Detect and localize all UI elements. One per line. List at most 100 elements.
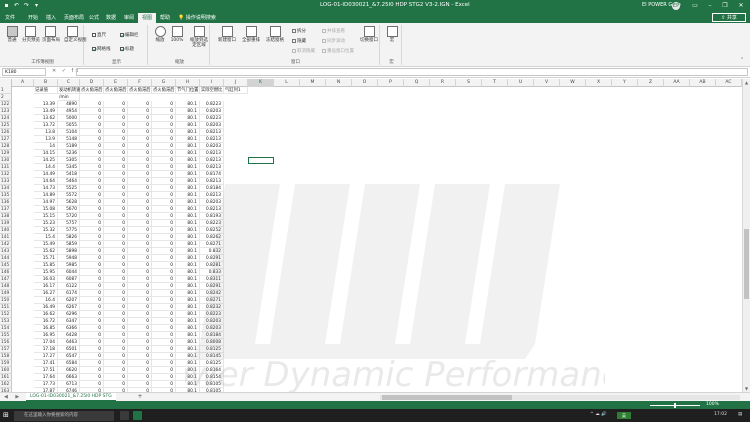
table-cell[interactable]: 0.8184	[200, 185, 224, 192]
table-cell[interactable]: 0	[128, 122, 152, 129]
table-cell[interactable]: 0.832	[200, 248, 224, 255]
column-header[interactable]: I	[200, 79, 224, 87]
tab-review[interactable]: 审阅	[124, 14, 134, 21]
table-cell[interactable]: 80.1	[176, 206, 200, 213]
table-cell[interactable]: 0	[128, 262, 152, 269]
table-cell[interactable]: 0.8223	[200, 115, 224, 122]
row-header[interactable]: 149	[0, 290, 12, 297]
table-cell[interactable]: 0	[104, 122, 128, 129]
table-cell[interactable]: 80.1	[176, 255, 200, 262]
table-cell[interactable]: 0.8213	[200, 192, 224, 199]
table-cell[interactable]: 17.73	[34, 381, 58, 388]
table-cell[interactable]: 14	[34, 143, 58, 150]
column-header[interactable]: L	[274, 79, 300, 87]
table-cell[interactable]: 0.8154	[200, 374, 224, 381]
table-cell[interactable]: 0	[128, 129, 152, 136]
table-cell[interactable]: 0	[152, 143, 176, 150]
table-cell[interactable]: 13.62	[34, 115, 58, 122]
table-cell[interactable]: 0.8164	[200, 367, 224, 374]
table-cell[interactable]: 0	[128, 185, 152, 192]
table-cell[interactable]: 80.1	[176, 311, 200, 318]
table-cell[interactable]: 0	[152, 206, 176, 213]
row-header[interactable]: 150	[0, 297, 12, 304]
excel-taskbar-icon[interactable]	[133, 411, 142, 420]
table-cell[interactable]: 0.8223	[200, 101, 224, 108]
table-cell[interactable]: 16.72	[34, 318, 58, 325]
table-cell[interactable]: 0	[80, 346, 104, 353]
table-cell[interactable]: 16.17	[34, 283, 58, 290]
zoom-button[interactable]: 缩放	[152, 26, 168, 43]
table-cell[interactable]: 0	[80, 290, 104, 297]
row-header[interactable]: 147	[0, 276, 12, 283]
table-cell[interactable]: 80.1	[176, 227, 200, 234]
vertical-scrollbar[interactable]: ▲ ▼	[742, 79, 750, 392]
table-cell[interactable]: 80.1	[176, 353, 200, 360]
table-cell[interactable]: 6713	[58, 381, 80, 388]
table-cell[interactable]: 0	[152, 241, 176, 248]
table-cell[interactable]: 0	[104, 269, 128, 276]
column-header[interactable]: O	[352, 79, 378, 87]
table-cell[interactable]: 0	[104, 374, 128, 381]
table-cell[interactable]: 6122	[58, 283, 80, 290]
formula-bar-checkbox[interactable]: 编辑栏	[120, 32, 139, 38]
table-cell[interactable]: 0	[152, 346, 176, 353]
redo-icon[interactable]: ↷	[23, 2, 30, 9]
column-header[interactable]: Z	[638, 79, 664, 87]
table-cell[interactable]: 80.1	[176, 129, 200, 136]
table-cell[interactable]: 0	[128, 220, 152, 227]
row-header[interactable]: 141	[0, 234, 12, 241]
share-button[interactable]: ⇪ 共享	[712, 13, 746, 22]
table-cell[interactable]: 5305	[58, 157, 80, 164]
table-cell[interactable]: 16.4	[34, 297, 58, 304]
table-cell[interactable]: 0	[80, 150, 104, 157]
table-cell[interactable]: 0.8232	[200, 304, 224, 311]
table-cell[interactable]: 80.1	[176, 185, 200, 192]
tell-me-search[interactable]: 💡 操作说明搜索	[178, 14, 216, 21]
table-cell[interactable]: 80.1	[176, 213, 200, 220]
table-cell[interactable]: 16.62	[34, 311, 58, 318]
worksheet-grid[interactable]: A B C D E F G H I J K L M N O P Q R S T U V W X Y Z AA AB AC 1 记录值 发动机…	[0, 79, 750, 392]
row-header[interactable]: 158	[0, 353, 12, 360]
column-header[interactable]: H	[176, 79, 200, 87]
name-box[interactable]: K180	[2, 68, 46, 76]
column-header[interactable]: U	[508, 79, 534, 87]
table-cell[interactable]: 80.1	[176, 220, 200, 227]
row-header[interactable]: 140	[0, 227, 12, 234]
table-cell[interactable]: 13.72	[34, 122, 58, 129]
table-cell[interactable]: 0.8213	[200, 136, 224, 143]
table-cell[interactable]: 5985	[58, 262, 80, 269]
table-cell[interactable]: 0	[80, 115, 104, 122]
side-by-side-button[interactable]: 并排查看	[322, 28, 345, 34]
table-cell[interactable]: 5236	[58, 150, 80, 157]
table-cell[interactable]: 80.1	[176, 143, 200, 150]
table-cell[interactable]: 5720	[58, 213, 80, 220]
table-cell[interactable]: 0	[80, 255, 104, 262]
table-cell[interactable]: 16.95	[34, 332, 58, 339]
row-header[interactable]: 126	[0, 129, 12, 136]
table-cell[interactable]: 0	[128, 206, 152, 213]
table-cell[interactable]: 0	[152, 122, 176, 129]
table-cell[interactable]: 0.8203	[200, 325, 224, 332]
column-header[interactable]: W	[560, 79, 586, 87]
table-cell[interactable]: 5826	[58, 234, 80, 241]
table-cell[interactable]: 点火角滞后	[104, 87, 128, 94]
table-cell[interactable]: 80.1	[176, 136, 200, 143]
table-cell[interactable]: 0.833	[200, 269, 224, 276]
table-cell[interactable]: 6547	[58, 353, 80, 360]
table-cell[interactable]: 0	[80, 318, 104, 325]
table-cell[interactable]: 0	[152, 227, 176, 234]
table-cell[interactable]: 0	[152, 178, 176, 185]
table-cell[interactable]: 0	[80, 157, 104, 164]
table-cell[interactable]: 0	[152, 374, 176, 381]
table-cell[interactable]: 0	[104, 367, 128, 374]
table-cell[interactable]: 0	[152, 115, 176, 122]
table-cell[interactable]: 0	[80, 136, 104, 143]
table-cell[interactable]: 16.85	[34, 325, 58, 332]
table-cell[interactable]: 0	[104, 108, 128, 115]
table-cell[interactable]: 5948	[58, 255, 80, 262]
table-cell[interactable]: 80.1	[176, 150, 200, 157]
row-header[interactable]: 145	[0, 262, 12, 269]
table-cell[interactable]: 80.1	[176, 115, 200, 122]
row-header[interactable]: 1	[0, 87, 12, 94]
tab-page-layout[interactable]: 页面布局	[64, 14, 84, 21]
